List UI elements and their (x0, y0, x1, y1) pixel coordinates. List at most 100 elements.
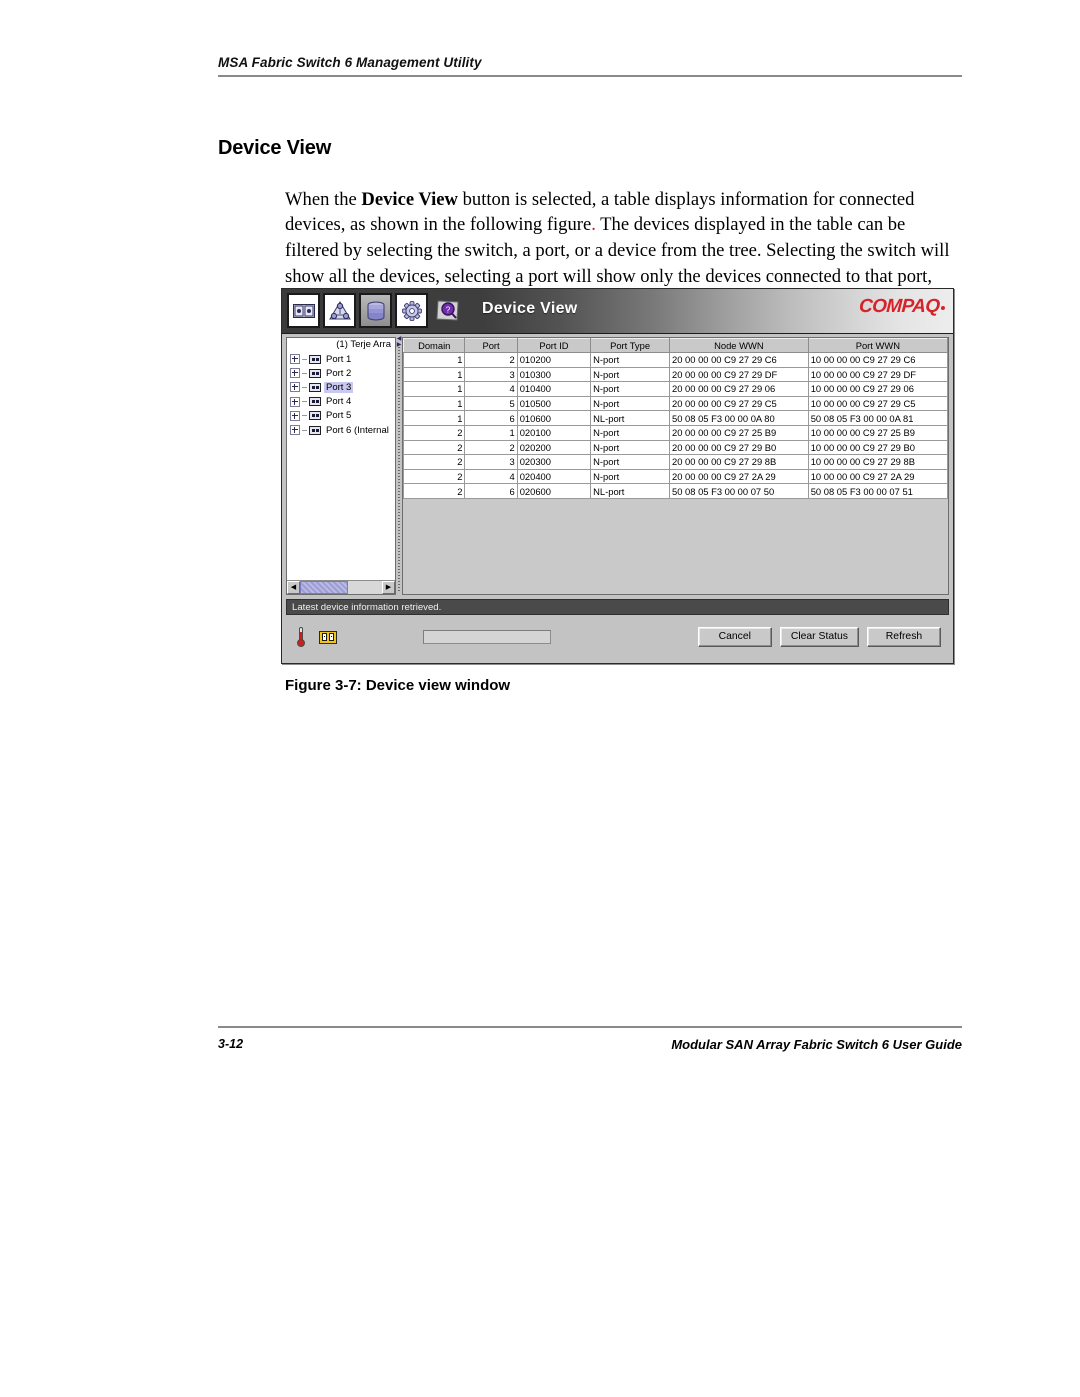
footer-page-number: 3-12 (218, 1037, 244, 1051)
clear-status-button[interactable]: Clear Status (779, 627, 859, 647)
figure-device-view-window: ? Device View COMPAQ (1) Terje Arra Port… (281, 288, 954, 664)
table-row[interactable]: 1 2 010200 N-port 20 00 00 00 C9 27 29 C… (403, 352, 948, 368)
gear-settings-icon[interactable] (395, 293, 428, 328)
page-title: Device View (218, 137, 332, 160)
expand-plus-icon[interactable] (290, 354, 300, 365)
tree-item-label: Port 4 (326, 396, 352, 408)
cell-domain: 1 (403, 366, 466, 383)
scroll-thumb[interactable] (300, 581, 348, 594)
cell-node-wwn: 50 08 05 F3 00 00 07 50 (669, 483, 809, 499)
tree-root-label[interactable]: (1) Terje Arra (287, 338, 395, 351)
bottom-toolbar: Cancel Clear Status Refresh (286, 617, 949, 657)
tree-item-port-3[interactable]: Port 3 (287, 380, 395, 394)
cancel-button[interactable]: Cancel (697, 627, 772, 647)
cell-port-type: N-port (590, 468, 670, 485)
cell-port-type: N-port (590, 424, 670, 441)
column-header-port[interactable]: Port (464, 338, 518, 353)
application-window: ? Device View COMPAQ (1) Terje Arra Port… (281, 288, 954, 664)
footer-rule (218, 1026, 962, 1028)
cell-node-wwn: 20 00 00 00 C9 27 29 C6 (669, 352, 809, 368)
tree-items: Port 1 Port 2 Port 3 Port 4 Port 5 Port … (287, 351, 395, 580)
expand-plus-icon[interactable] (290, 410, 300, 421)
cell-domain: 2 (403, 454, 466, 470)
cell-node-wwn: 20 00 00 00 C9 27 29 8B (669, 454, 809, 470)
cell-port-wwn: 10 00 00 00 C9 27 29 C5 (807, 395, 948, 412)
cell-port-id: 010600 (516, 410, 592, 426)
tree-item-label: Port 5 (326, 410, 352, 422)
tree-item-port-5[interactable]: Port 5 (287, 409, 395, 423)
table-row[interactable]: 2 3 020300 N-port 20 00 00 00 C9 27 29 8… (403, 454, 948, 470)
cell-port-type: N-port (590, 454, 670, 470)
cell-port-wwn: 10 00 00 00 C9 27 29 C6 (807, 352, 948, 368)
expand-plus-icon[interactable] (290, 425, 300, 436)
column-header-port-id[interactable]: Port ID (516, 338, 592, 353)
device-tree-pane[interactable]: (1) Terje Arra Port 1 Port 2 Port 3 Port… (286, 337, 396, 595)
table-row[interactable]: 2 2 020200 N-port 20 00 00 00 C9 27 29 B… (403, 439, 948, 456)
toolbar: ? (287, 293, 464, 328)
header-rule (218, 75, 962, 77)
cell-port-type: NL-port (590, 483, 670, 499)
cell-node-wwn: 20 00 00 00 C9 27 2A 29 (669, 468, 809, 485)
scroll-track[interactable] (300, 581, 382, 594)
cell-port-type: NL-port (590, 410, 670, 426)
cell-port-wwn: 10 00 00 00 C9 27 2A 29 (807, 468, 948, 485)
table-row[interactable]: 2 4 020400 N-port 20 00 00 00 C9 27 2A 2… (403, 468, 948, 485)
column-header-port-wwn[interactable]: Port WWN (807, 338, 948, 353)
tree-item-port-1[interactable]: Port 1 (287, 352, 395, 366)
cell-port-id: 010500 (516, 395, 592, 412)
cell-port: 6 (464, 483, 518, 499)
expand-plus-icon[interactable] (290, 382, 300, 393)
tree-horizontal-scrollbar[interactable]: ◀ ▶ (287, 580, 395, 594)
port-icon (309, 425, 321, 435)
cell-port-type: N-port (590, 366, 670, 383)
cell-port: 5 (464, 395, 518, 412)
progress-bar (423, 630, 551, 644)
thermometer-icon[interactable] (296, 627, 306, 647)
column-header-node-wwn[interactable]: Node WWN (669, 338, 809, 353)
scroll-right-arrow-icon[interactable]: ▶ (382, 581, 395, 594)
app-titlebar: ? Device View COMPAQ (282, 289, 953, 334)
cell-domain: 1 (403, 410, 466, 426)
table-row[interactable]: 1 5 010500 N-port 20 00 00 00 C9 27 29 C… (403, 395, 948, 412)
cell-port-id: 020200 (516, 439, 592, 456)
expand-plus-icon[interactable] (290, 368, 300, 379)
cell-port-id: 010400 (516, 381, 592, 397)
tree-connector (302, 429, 307, 431)
scroll-left-arrow-icon[interactable]: ◀ (287, 581, 300, 594)
cell-node-wwn: 20 00 00 00 C9 27 29 06 (669, 381, 809, 397)
table-row[interactable]: 1 6 010600 NL-port 50 08 05 F3 00 00 0A … (403, 410, 948, 426)
table-header-row: Domain Port Port ID Port Type Node WWN P… (403, 338, 948, 353)
cell-port-wwn: 10 00 00 00 C9 27 29 B0 (807, 439, 948, 456)
svg-text:?: ? (445, 305, 450, 314)
table-row[interactable]: 2 1 020100 N-port 20 00 00 00 C9 27 25 B… (403, 424, 948, 441)
storage-stack-icon[interactable] (359, 293, 392, 328)
refresh-button[interactable]: Refresh (867, 627, 941, 647)
fabric-topology-icon[interactable] (323, 293, 356, 328)
device-table: Domain Port Port ID Port Type Node WWN P… (403, 338, 948, 499)
cell-node-wwn: 20 00 00 00 C9 27 29 B0 (669, 439, 809, 456)
device-table-pane[interactable]: Domain Port Port ID Port Type Node WWN P… (402, 337, 949, 595)
column-header-domain[interactable]: Domain (403, 338, 466, 353)
cell-port-id: 020100 (516, 424, 592, 441)
switch-status-icon[interactable] (319, 630, 337, 644)
table-row[interactable]: 1 4 010400 N-port 20 00 00 00 C9 27 29 0… (403, 381, 948, 397)
cell-domain: 1 (403, 381, 466, 397)
port-icon (309, 368, 321, 378)
column-header-port-type[interactable]: Port Type (590, 338, 670, 353)
cell-port: 2 (464, 352, 518, 368)
compaq-logo: COMPAQ (858, 296, 945, 318)
expand-plus-icon[interactable] (290, 396, 300, 407)
table-row[interactable]: 1 3 010300 N-port 20 00 00 00 C9 27 29 D… (403, 366, 948, 383)
tree-item-port-4[interactable]: Port 4 (287, 395, 395, 409)
cell-port-id: 010200 (516, 352, 592, 368)
cell-port-wwn: 50 08 05 F3 00 00 0A 81 (807, 410, 948, 426)
cell-node-wwn: 20 00 00 00 C9 27 29 C5 (669, 395, 809, 412)
table-row[interactable]: 2 6 020600 NL-port 50 08 05 F3 00 00 07 … (403, 483, 948, 499)
tree-item-port-2[interactable]: Port 2 (287, 366, 395, 380)
table-body: 1 2 010200 N-port 20 00 00 00 C9 27 29 C… (403, 352, 948, 499)
device-view-magnifier-icon[interactable]: ? (431, 293, 464, 328)
storage-stack-glyph (367, 301, 384, 320)
switch-ports-icon[interactable] (287, 293, 320, 328)
status-message: Latest device information retrieved. (292, 601, 442, 613)
tree-item-port-6[interactable]: Port 6 (Internal (287, 423, 395, 437)
